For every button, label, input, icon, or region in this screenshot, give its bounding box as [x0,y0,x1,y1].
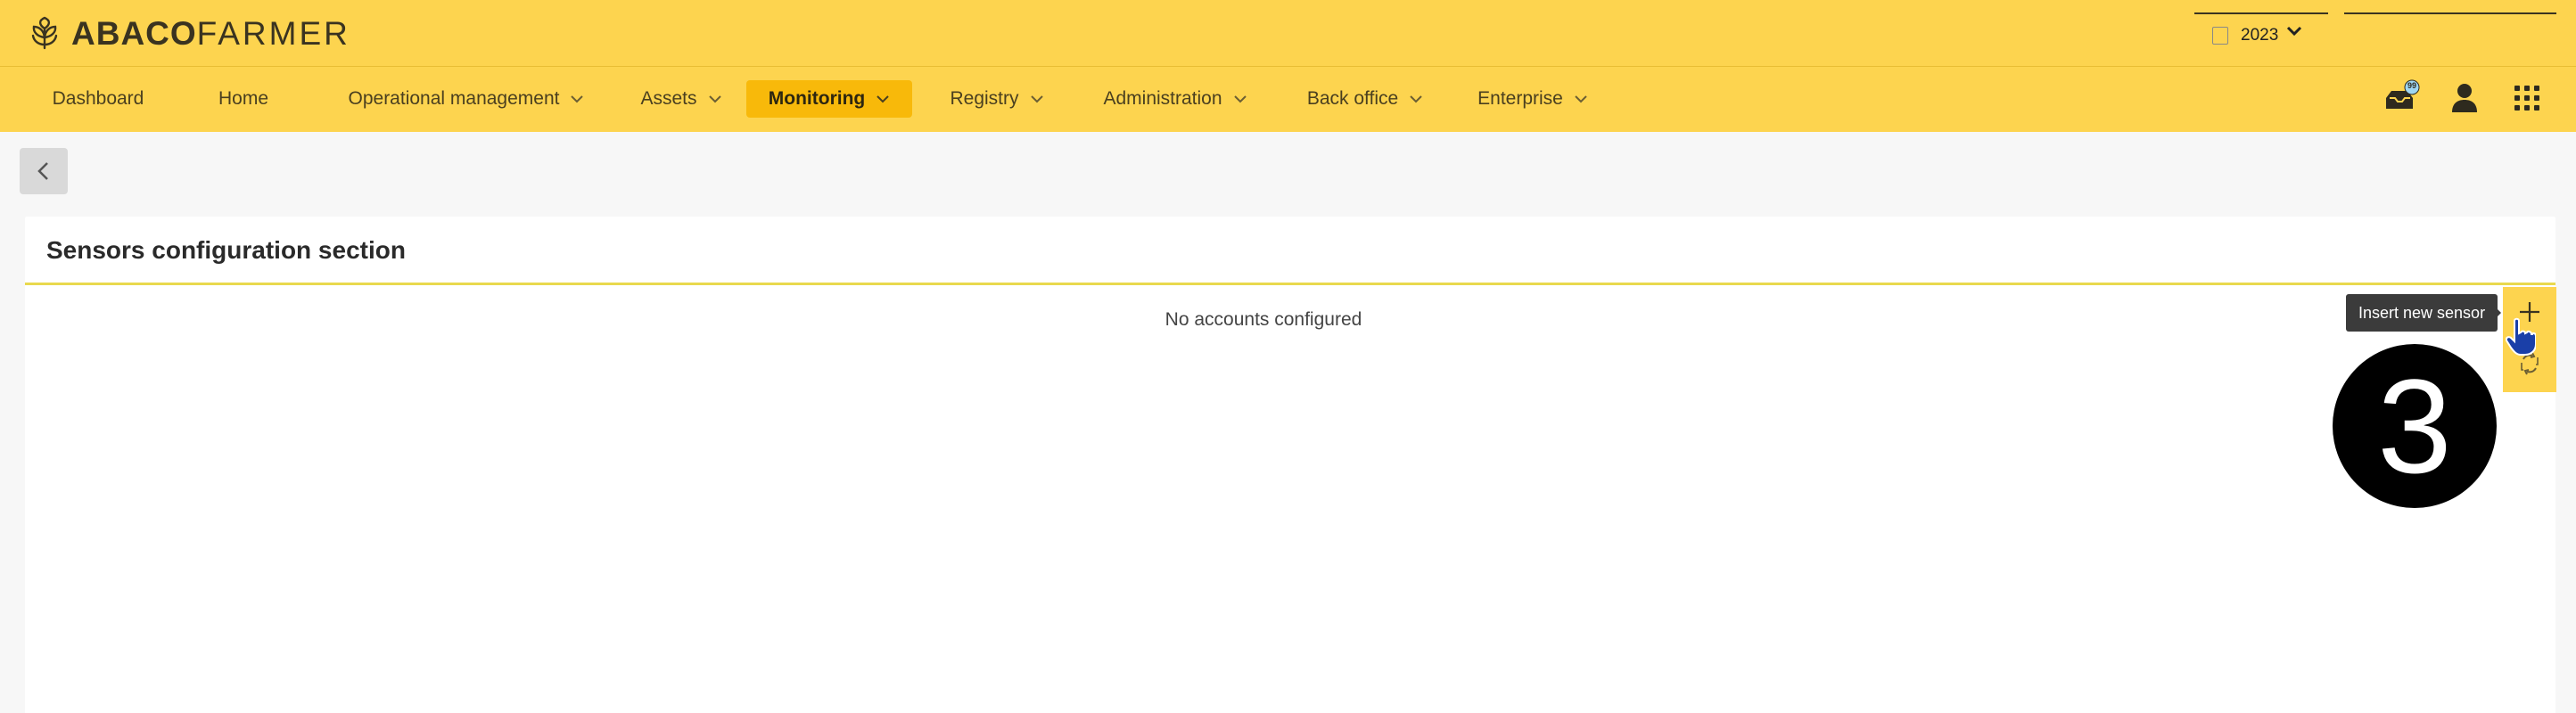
brand-row: ABACO FARMER 2023 [0,0,2576,67]
nav-label: Back office [1306,88,1399,109]
app-logo[interactable]: ABACO FARMER [27,15,350,52]
nav-operational-management[interactable]: Operational management [339,80,594,118]
empty-state-message: No accounts configured [1165,309,1362,330]
user-icon [2452,84,2477,112]
panel-divider [25,283,2555,285]
chevron-down-icon [1030,95,1043,103]
year-value: 2023 [2241,26,2279,45]
nav-back-office[interactable]: Back office [1300,80,1430,118]
chevron-down-icon [1575,95,1587,103]
chevron-left-icon [37,162,48,180]
chevron-down-icon [708,95,721,103]
nav-home[interactable]: Home [203,80,284,118]
year-picker[interactable]: 2023 [2194,12,2328,57]
nav-label: Registry [950,88,1019,109]
nav-monitoring[interactable]: Monitoring [746,80,912,118]
chevron-down-icon [1233,95,1247,103]
nav-label: Monitoring [768,88,866,109]
back-button[interactable] [20,148,68,194]
nav-registry[interactable]: Registry [943,80,1050,118]
nav-label: Administration [1103,88,1222,109]
wheat-leaf-icon [31,16,58,50]
panel-title: Sensors configuration section [46,236,406,264]
notifications-button[interactable]: 99 [2383,78,2422,118]
nav-label: Assets [640,88,697,109]
chevron-down-icon [876,95,889,103]
header-search-field[interactable] [2344,12,2556,14]
nav-label: Operational management [348,88,560,109]
notification-count: 99 [2407,81,2416,90]
user-profile-button[interactable] [2445,78,2484,118]
nav-label: Dashboard [52,88,144,109]
hand-cursor-icon [2506,317,2536,356]
apps-grid-icon [2514,86,2539,111]
apps-grid-button[interactable] [2507,78,2547,118]
nav-label: Enterprise [1477,88,1563,109]
tooltip-arrow [2493,305,2501,321]
nav-enterprise[interactable]: Enterprise [1473,80,1593,118]
chevron-down-icon [571,95,584,103]
calendar-icon [2212,27,2228,45]
logo-text-light: FARMER [196,15,350,52]
logo-text-bold: ABACO [71,15,197,52]
nav-assets[interactable]: Assets [635,80,728,118]
chevron-down-icon [2286,26,2302,37]
nav-administration[interactable]: Administration [1093,80,1257,118]
nav-dashboard[interactable]: Dashboard [39,80,157,118]
insert-sensor-tooltip: Insert new sensor [2346,294,2498,332]
nav-label: Home [218,88,269,109]
sensors-config-panel: Sensors configuration section No account… [25,217,2555,713]
chevron-down-icon [1410,95,1422,103]
step-number-badge: 3 [2333,344,2497,508]
